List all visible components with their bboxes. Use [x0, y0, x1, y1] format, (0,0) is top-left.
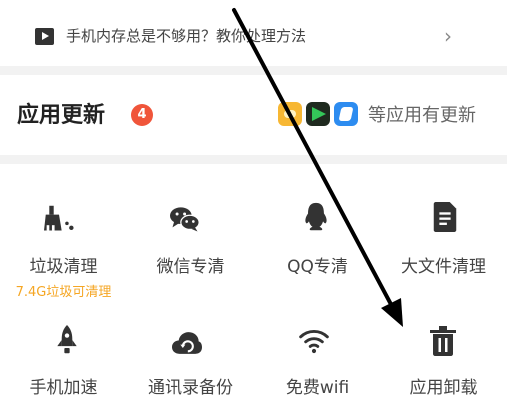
app-update-more-text: 等应用有更新 — [368, 105, 476, 126]
document-icon — [433, 202, 457, 232]
play-icon — [35, 28, 54, 45]
app-icon-2 — [306, 102, 330, 126]
tool-phone-boost[interactable]: 手机加速 — [0, 310, 127, 400]
tip-banner[interactable]: 手机内存总是不够用？教你处理方法 › — [0, 0, 507, 66]
app-icon-group — [278, 102, 358, 128]
tip-text: 手机内存总是不够用？教你处理方法 — [66, 27, 307, 45]
chevron-right-icon: › — [444, 24, 452, 48]
tool-app-uninstall[interactable]: 应用卸载 — [380, 310, 507, 400]
tool-label: 应用卸载 — [409, 378, 478, 398]
junk-size-hint: 7.4G垃圾可清理 — [15, 285, 112, 300]
wifi-icon — [299, 330, 329, 354]
tool-large-file-clean[interactable]: 大文件清理 — [380, 164, 507, 289]
app-update-title: 应用更新 — [17, 103, 106, 128]
tool-junk-clean[interactable]: 垃圾清理 7.4G垃圾可清理 — [0, 164, 127, 304]
tool-label: 通讯录备份 — [148, 378, 233, 398]
tool-wechat-clean[interactable]: 微信专清 — [127, 164, 254, 289]
section-divider — [0, 155, 507, 164]
tool-label: 微信专清 — [156, 257, 225, 277]
wechat-icon — [170, 207, 200, 232]
rocket-icon — [57, 325, 77, 354]
update-count-badge: 4 — [131, 104, 153, 126]
tool-label: 免费wifi — [285, 378, 350, 398]
cloud-icon — [172, 332, 202, 354]
tool-contacts-backup[interactable]: 通讯录备份 — [127, 310, 254, 400]
tool-label: 大文件清理 — [401, 257, 486, 277]
cleaner-page: 手机内存总是不够用？教你处理方法 › 应用更新 4 等应用有更新 垃圾清理 7.… — [0, 0, 507, 400]
app-update-row[interactable]: 应用更新 4 等应用有更新 — [0, 75, 507, 155]
qq-icon — [305, 202, 327, 231]
tool-qq-clean[interactable]: QQ专清 — [254, 164, 381, 289]
broom-icon — [44, 205, 74, 231]
tool-free-wifi[interactable]: 免费wifi — [254, 310, 381, 400]
section-divider — [0, 66, 507, 75]
trash-icon — [430, 326, 456, 356]
tool-label: 手机加速 — [29, 378, 98, 398]
tool-label: 垃圾清理 — [29, 257, 98, 277]
tool-label: QQ专清 — [287, 257, 348, 277]
app-icon-1 — [278, 102, 302, 126]
app-icon-3 — [334, 102, 358, 126]
